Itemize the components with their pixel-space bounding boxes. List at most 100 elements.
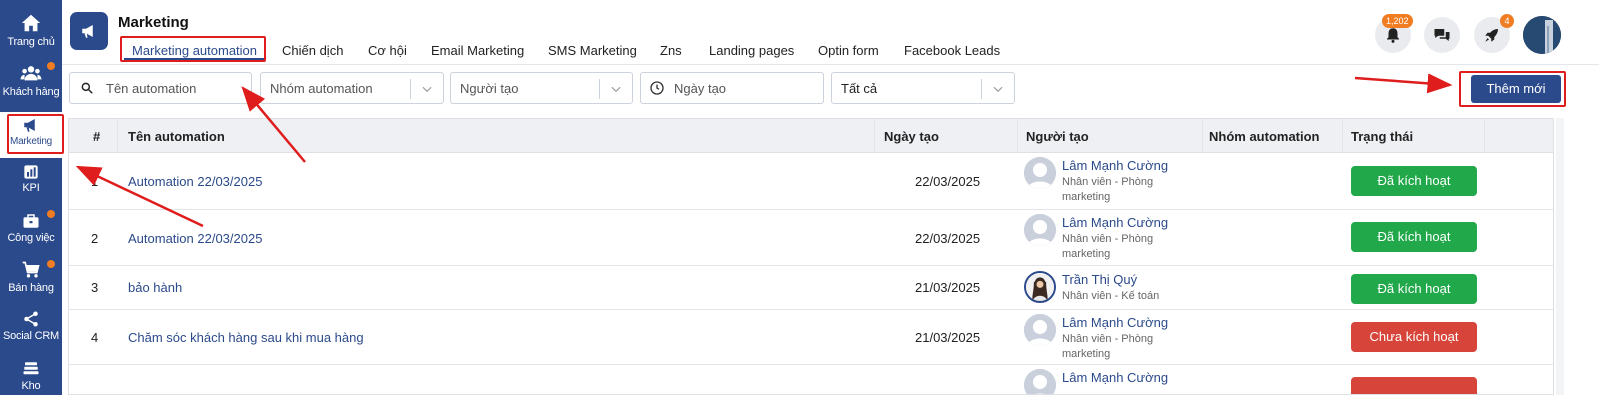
share-icon: [24, 311, 38, 327]
bar-chart-icon: [24, 165, 38, 179]
creator-select[interactable]: Người tạo: [450, 72, 633, 104]
search-placeholder: Tên automation: [106, 81, 197, 96]
sidebar-item-label: Social CRM: [2, 330, 60, 342]
default-avatar-icon: [1024, 314, 1056, 346]
clock-icon: [650, 81, 664, 95]
sidebar-item-kpi[interactable]: KPI: [0, 164, 62, 194]
status-button[interactable]: Đã kích hoạt: [1351, 274, 1477, 304]
users-icon: [20, 66, 42, 81]
row-index: 3: [91, 280, 99, 295]
creator-name[interactable]: Trần Thị Quý: [1062, 272, 1137, 287]
tab-sms-marketing[interactable]: SMS Marketing: [548, 43, 637, 58]
date-input[interactable]: Ngày tạo: [640, 72, 824, 104]
status-button[interactable]: Đã kích hoạt: [1351, 222, 1477, 252]
automation-table: # Tên automation Ngày tạo Người tạo Nhóm…: [68, 118, 1554, 395]
sidebar-item-tasks[interactable]: Công việc: [0, 210, 62, 244]
table-row[interactable]: 3 bảo hành 21/03/2025 Trần Thị Quý Nhân …: [69, 266, 1553, 310]
photo-avatar-icon: [1026, 273, 1054, 301]
tab-opportunities[interactable]: Cơ hội: [368, 43, 407, 58]
sidebar-item-label: Trang chủ: [7, 36, 55, 48]
sidebar: Trang chủ Khách hàng Marketing KPI Công …: [0, 0, 62, 395]
creator-avatar: [1024, 369, 1056, 394]
sidebar-item-customers[interactable]: Khách hàng: [0, 62, 62, 98]
creator-placeholder: Người tạo: [460, 81, 519, 96]
creator-name[interactable]: Lâm Mạnh Cường: [1062, 158, 1168, 173]
stack-icon: [23, 362, 39, 375]
sidebar-item-social-crm[interactable]: Social CRM: [0, 310, 62, 342]
vertical-scrollbar[interactable]: [1556, 118, 1564, 395]
notification-count-badge: 1,202: [1382, 14, 1413, 28]
automation-name-link[interactable]: Chăm sóc khách hàng sau khi mua hàng: [128, 330, 364, 345]
column-header-creator[interactable]: Người tạo: [1026, 129, 1089, 144]
group-placeholder: Nhóm automation: [270, 81, 373, 96]
status-select[interactable]: Tất cả: [831, 72, 1015, 104]
automation-name-link[interactable]: Automation 22/03/2025: [128, 174, 262, 189]
chat-button[interactable]: [1424, 17, 1460, 53]
status-button[interactable]: [1351, 377, 1477, 394]
sidebar-item-home[interactable]: Trang chủ: [0, 12, 62, 48]
header-divider: [62, 64, 1599, 65]
notification-dot: [47, 260, 55, 268]
status-button[interactable]: Chưa kích hoạt: [1351, 322, 1477, 352]
sidebar-item-label: Bán hàng: [8, 282, 54, 294]
sidebar-item-label: Công việc: [7, 232, 55, 244]
creator-role: Nhân viên - Phòng marketing: [1062, 176, 1154, 203]
tab-campaigns[interactable]: Chiến dịch: [282, 43, 343, 58]
sidebar-item-sales[interactable]: Bán hàng: [0, 260, 62, 294]
user-avatar[interactable]: [1523, 16, 1561, 54]
status-button[interactable]: Đã kích hoạt: [1351, 166, 1477, 196]
notification-dot: [47, 62, 55, 70]
creator-name[interactable]: Lâm Mạnh Cường: [1062, 370, 1168, 385]
highlight-box-tab: [120, 36, 266, 62]
sidebar-item-label: Khách hàng: [2, 86, 60, 98]
default-avatar-icon: [1024, 157, 1056, 189]
column-header-name[interactable]: Tên automation: [128, 129, 225, 144]
avatar-image: [1523, 16, 1561, 54]
home-icon: [21, 14, 41, 32]
column-header-status[interactable]: Trạng thái: [1351, 129, 1413, 144]
row-index: 2: [91, 231, 99, 246]
notification-dot: [47, 210, 55, 218]
annotation-arrow-add: [1354, 73, 1453, 94]
table-row[interactable]: 4 Chăm sóc khách hàng sau khi mua hàng 2…: [69, 310, 1553, 365]
table-row[interactable]: Lâm Mạnh Cường: [69, 365, 1553, 394]
created-date: 21/03/2025: [915, 280, 981, 295]
tab-facebook-leads[interactable]: Facebook Leads: [904, 43, 1000, 58]
table-row[interactable]: 2 Automation 22/03/2025 22/03/2025 Lâm M…: [69, 210, 1553, 266]
group-select[interactable]: Nhóm automation: [260, 72, 444, 104]
automation-name-link[interactable]: Automation 22/03/2025: [128, 231, 262, 246]
select-separator: [599, 79, 600, 99]
sidebar-item-warehouse[interactable]: Kho: [0, 360, 62, 392]
search-icon: [81, 82, 93, 94]
creator-avatar: [1024, 214, 1056, 246]
creator-name[interactable]: Lâm Mạnh Cường: [1062, 215, 1168, 230]
sidebar-item-label: Kho: [21, 380, 41, 392]
page-title: Marketing: [118, 14, 189, 31]
tab-zns[interactable]: Zns: [660, 43, 682, 58]
tab-optin-form[interactable]: Optin form: [818, 43, 879, 58]
default-avatar-icon: [1024, 214, 1056, 246]
rocket-icon: [1485, 29, 1498, 42]
table-row[interactable]: 1 Automation 22/03/2025 22/03/2025 Lâm M…: [69, 153, 1553, 210]
briefcase-icon: [23, 214, 39, 228]
column-header-date[interactable]: Ngày tạo: [884, 129, 939, 144]
creator-name[interactable]: Lâm Mạnh Cường: [1062, 315, 1168, 330]
highlight-box-add: [1459, 71, 1566, 107]
creator-role: Nhân viên - Phòng marketing: [1062, 333, 1154, 360]
creator-avatar: [1024, 314, 1056, 346]
automation-name-link[interactable]: bảo hành: [128, 280, 182, 295]
chevron-down-icon: [422, 86, 432, 93]
bell-icon: [1387, 28, 1399, 43]
cart-icon: [22, 261, 40, 278]
creator-avatar: [1024, 271, 1056, 303]
highlight-box-marketing: [7, 114, 64, 154]
table-header: # Tên automation Ngày tạo Người tạo Nhóm…: [69, 119, 1553, 153]
tab-landing-pages[interactable]: Landing pages: [709, 43, 794, 58]
date-placeholder: Ngày tạo: [674, 81, 727, 96]
search-input[interactable]: Tên automation: [69, 72, 252, 104]
app-logo: [70, 12, 108, 50]
tab-email-marketing[interactable]: Email Marketing: [431, 43, 524, 58]
created-date: 22/03/2025: [915, 231, 981, 246]
column-header-group[interactable]: Nhóm automation: [1209, 129, 1320, 144]
created-date: 21/03/2025: [915, 330, 981, 345]
